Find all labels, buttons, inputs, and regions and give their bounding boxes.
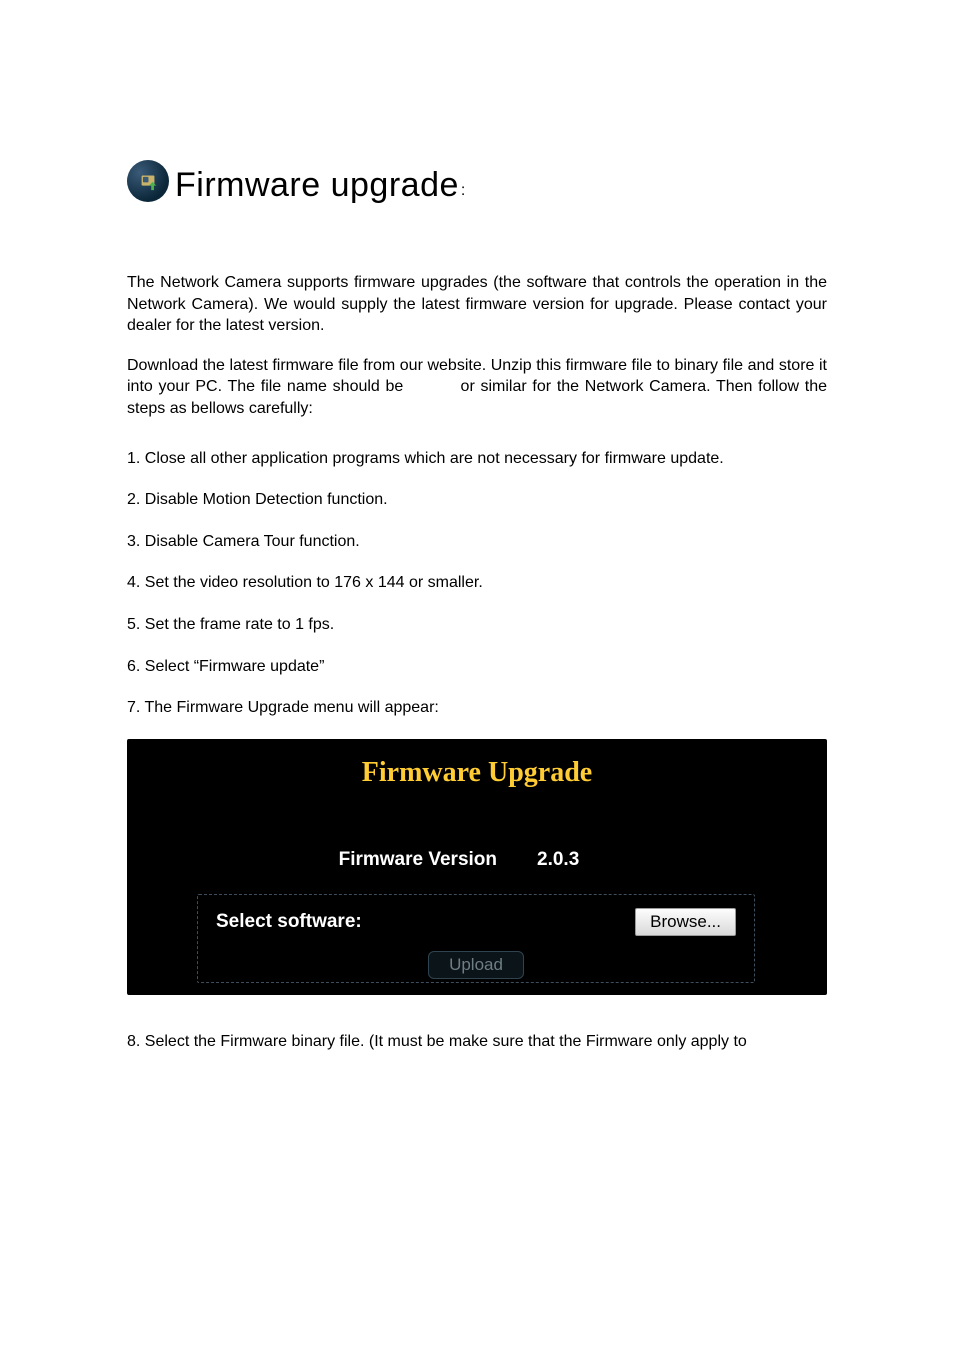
step-1: 1. Close all other application programs … xyxy=(127,448,827,470)
upload-button[interactable]: Upload xyxy=(428,951,524,979)
panel-title: Firmware Upgrade xyxy=(127,757,827,789)
firmware-upgrade-panel: Firmware Upgrade Firmware Version 2.0.3 … xyxy=(127,739,827,995)
step-3: 3. Disable Camera Tour function. xyxy=(127,531,827,553)
intro-paragraph: The Network Camera supports firmware upg… xyxy=(127,272,827,337)
step-8: 8. Select the Firmware binary file. (It … xyxy=(127,1031,827,1053)
firmware-version-value: 2.0.3 xyxy=(497,849,677,871)
steps-list-continued: 8. Select the Firmware binary file. (It … xyxy=(127,1031,827,1053)
steps-list: 1. Close all other application programs … xyxy=(127,448,827,719)
file-path-input[interactable] xyxy=(381,909,635,935)
section-heading: Firmware upgrade : xyxy=(127,160,827,202)
upload-row: Upload xyxy=(216,951,736,979)
step-4: 4. Set the video resolution to 176 x 144… xyxy=(127,572,827,594)
download-paragraph: Download the latest firmware file from o… xyxy=(127,355,827,420)
select-software-label: Select software: xyxy=(216,911,381,933)
document-page: Firmware upgrade : The Network Camera su… xyxy=(0,0,954,1351)
firmware-version-row: Firmware Version 2.0.3 xyxy=(127,849,827,871)
step-6: 6. Select “Firmware update” xyxy=(127,656,827,678)
firmware-upgrade-icon xyxy=(127,160,169,202)
step-2: 2. Disable Motion Detection function. xyxy=(127,489,827,511)
step-7: 7. The Firmware Upgrade menu will appear… xyxy=(127,697,827,719)
section-heading-colon: : xyxy=(461,182,465,200)
browse-button[interactable]: Browse... xyxy=(635,908,736,936)
select-software-group: Select software: Browse... Upload xyxy=(197,894,755,983)
select-software-row: Select software: Browse... xyxy=(216,907,736,937)
firmware-version-label: Firmware Version xyxy=(277,849,497,871)
step-5: 5. Set the frame rate to 1 fps. xyxy=(127,614,827,636)
section-heading-title: Firmware upgrade xyxy=(175,168,459,202)
